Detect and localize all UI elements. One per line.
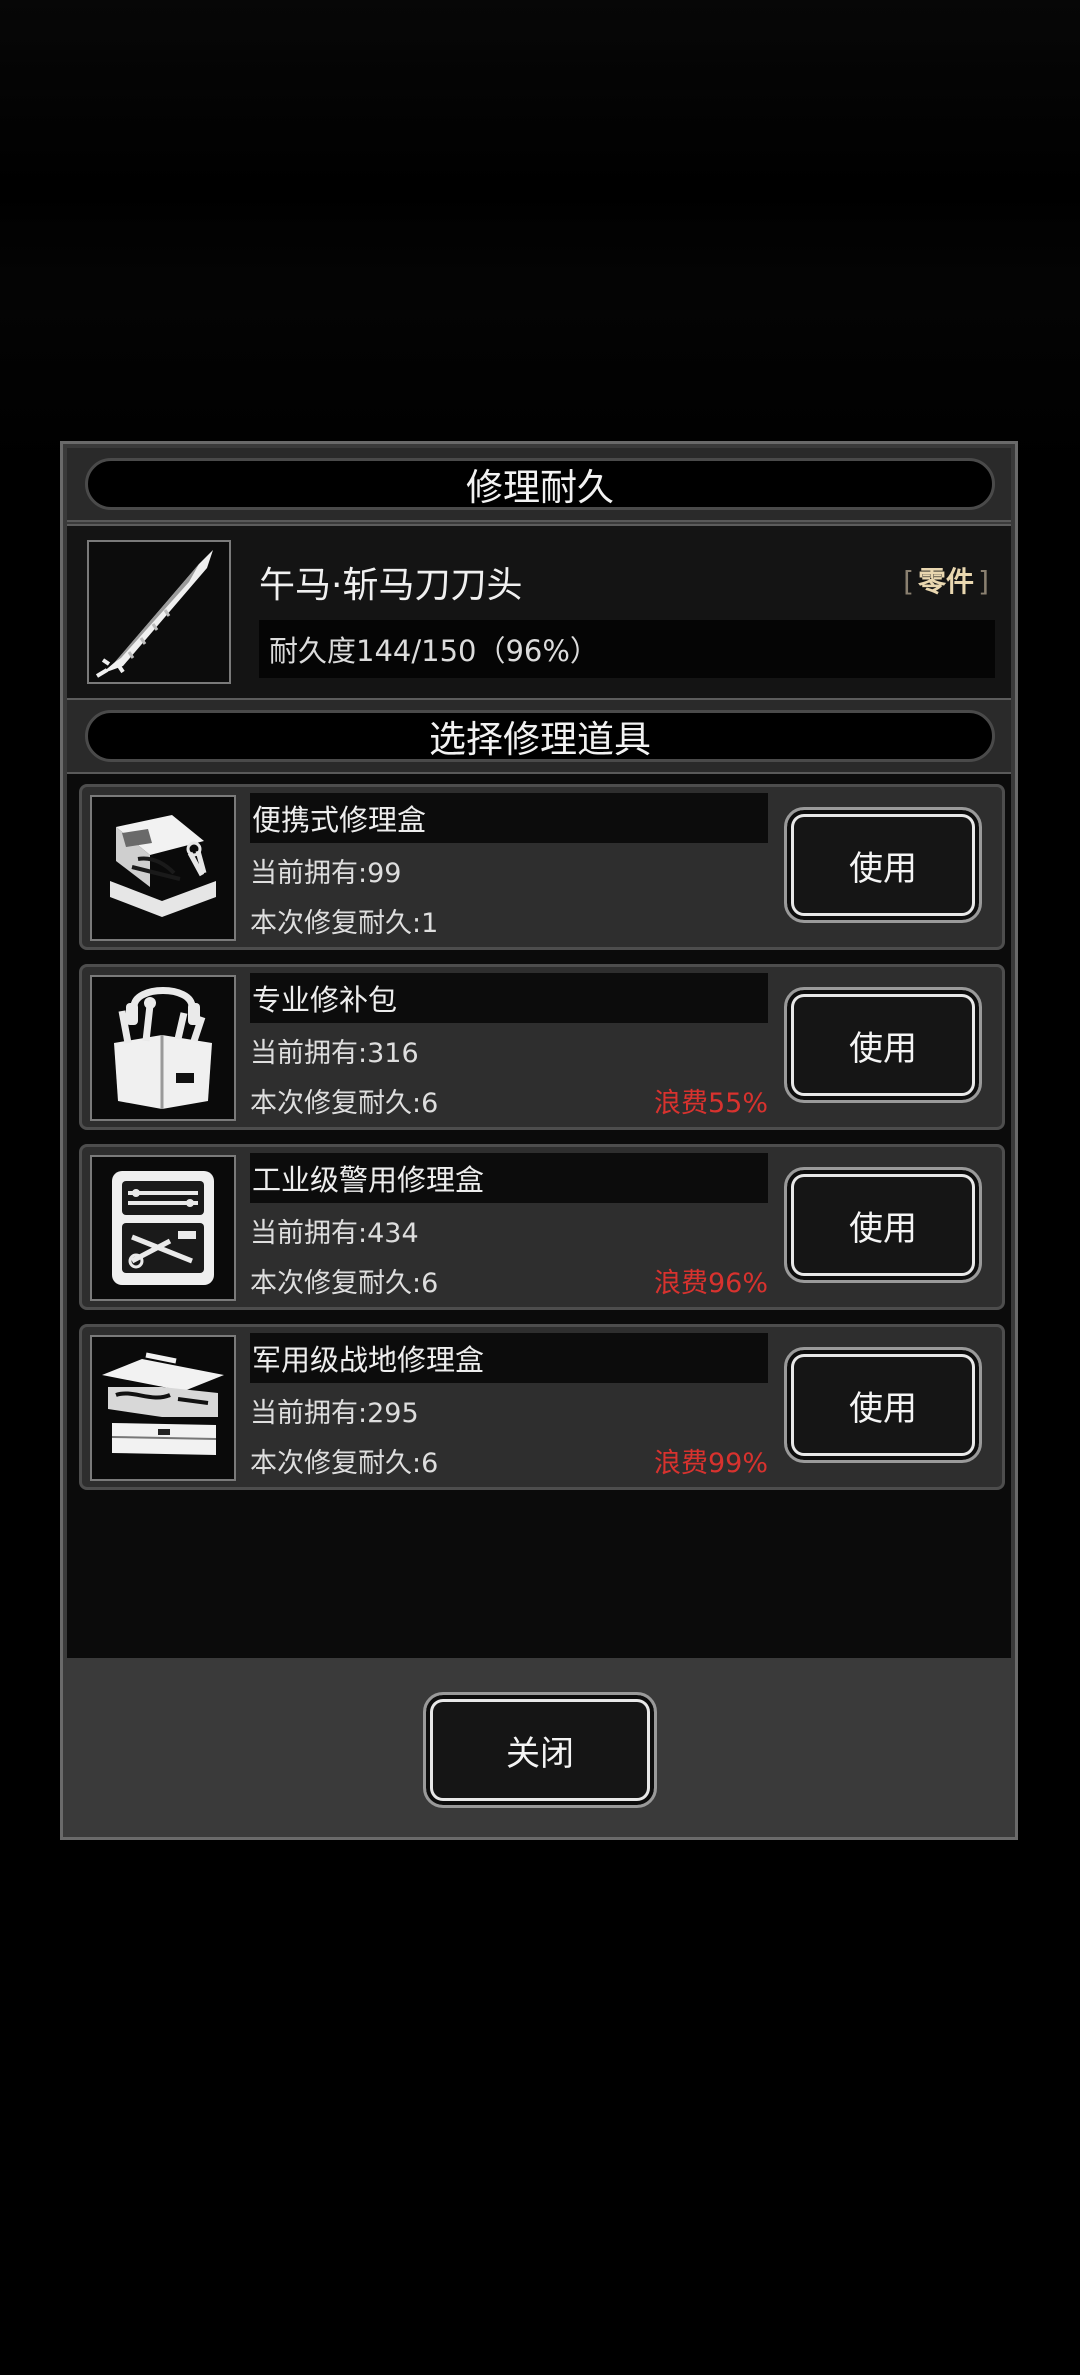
- military-field-repair-box-icon: [90, 1335, 236, 1481]
- tag-bracket-close: ]: [978, 565, 989, 598]
- industrial-police-repair-box-icon: [90, 1155, 236, 1301]
- item-type-tag: [零件]: [903, 560, 989, 600]
- tool-waste-percent: 浪费55%: [653, 1088, 768, 1119]
- use-button-military[interactable]: 使用: [784, 1347, 982, 1463]
- tool-repair-amount: 本次修复耐久:6: [250, 1448, 439, 1479]
- tool-repair-amount: 本次修复耐久:6: [250, 1268, 439, 1299]
- item-name: 午马·斩马刀刀头: [259, 565, 523, 606]
- section-title-bar: 选择修理道具: [67, 700, 1011, 774]
- item-panel: 午马·斩马刀刀头 [零件] 耐久度144/150（96%）: [67, 524, 1011, 700]
- tool-repair-amount: 本次修复耐久:6: [250, 1088, 439, 1119]
- tool-name: 工业级警用修理盒: [250, 1153, 768, 1203]
- tool-name: 专业修补包: [250, 973, 768, 1023]
- tool-name: 军用级战地修理盒: [250, 1333, 768, 1383]
- tool-list[interactable]: 便携式修理盒 当前拥有:99 本次修复耐久:1 使用 专业修补包 当前拥有:31…: [67, 774, 1011, 1658]
- tool-waste-percent: 浪费99%: [653, 1448, 768, 1479]
- tag-text: 零件: [918, 565, 975, 598]
- tool-repair-amount: 本次修复耐久:1: [250, 908, 439, 939]
- tool-card-portable: 便携式修理盒 当前拥有:99 本次修复耐久:1 使用: [79, 784, 1005, 950]
- tool-name: 便携式修理盒: [250, 793, 768, 843]
- tool-owned-count: 当前拥有:295: [250, 1398, 419, 1429]
- tool-owned-count: 当前拥有:434: [250, 1218, 419, 1249]
- portable-repair-box-icon: [90, 795, 236, 941]
- sword-blade-icon: [87, 540, 231, 684]
- dialog-footer: 关闭: [67, 1662, 1011, 1834]
- tool-card-military: 军用级战地修理盒 当前拥有:295 本次修复耐久:6 浪费99% 使用: [79, 1324, 1005, 1490]
- tool-card-professional: 专业修补包 当前拥有:316 本次修复耐久:6 浪费55% 使用: [79, 964, 1005, 1130]
- tool-owned-count: 当前拥有:316: [250, 1038, 419, 1069]
- tool-waste-percent: 浪费96%: [653, 1268, 768, 1299]
- use-button-professional[interactable]: 使用: [784, 987, 982, 1103]
- dialog-title: 修理耐久: [85, 458, 995, 510]
- use-button-portable[interactable]: 使用: [784, 807, 982, 923]
- close-button[interactable]: 关闭: [423, 1692, 657, 1808]
- tool-owned-count: 当前拥有:99: [250, 858, 402, 889]
- use-button-industrial[interactable]: 使用: [784, 1167, 982, 1283]
- tool-card-industrial: 工业级警用修理盒 当前拥有:434 本次修复耐久:6 浪费96% 使用: [79, 1144, 1005, 1310]
- section-title: 选择修理道具: [85, 710, 995, 762]
- title-bar: 修理耐久: [67, 448, 1011, 522]
- durability-readout: 耐久度144/150（96%）: [259, 620, 995, 678]
- professional-repair-kit-icon: [90, 975, 236, 1121]
- repair-durability-dialog: 修理耐久 午马·斩马刀刀头 [零件] 耐久度144/150（96%） 选择修理道…: [60, 441, 1018, 1840]
- tag-bracket-open: [: [903, 565, 915, 598]
